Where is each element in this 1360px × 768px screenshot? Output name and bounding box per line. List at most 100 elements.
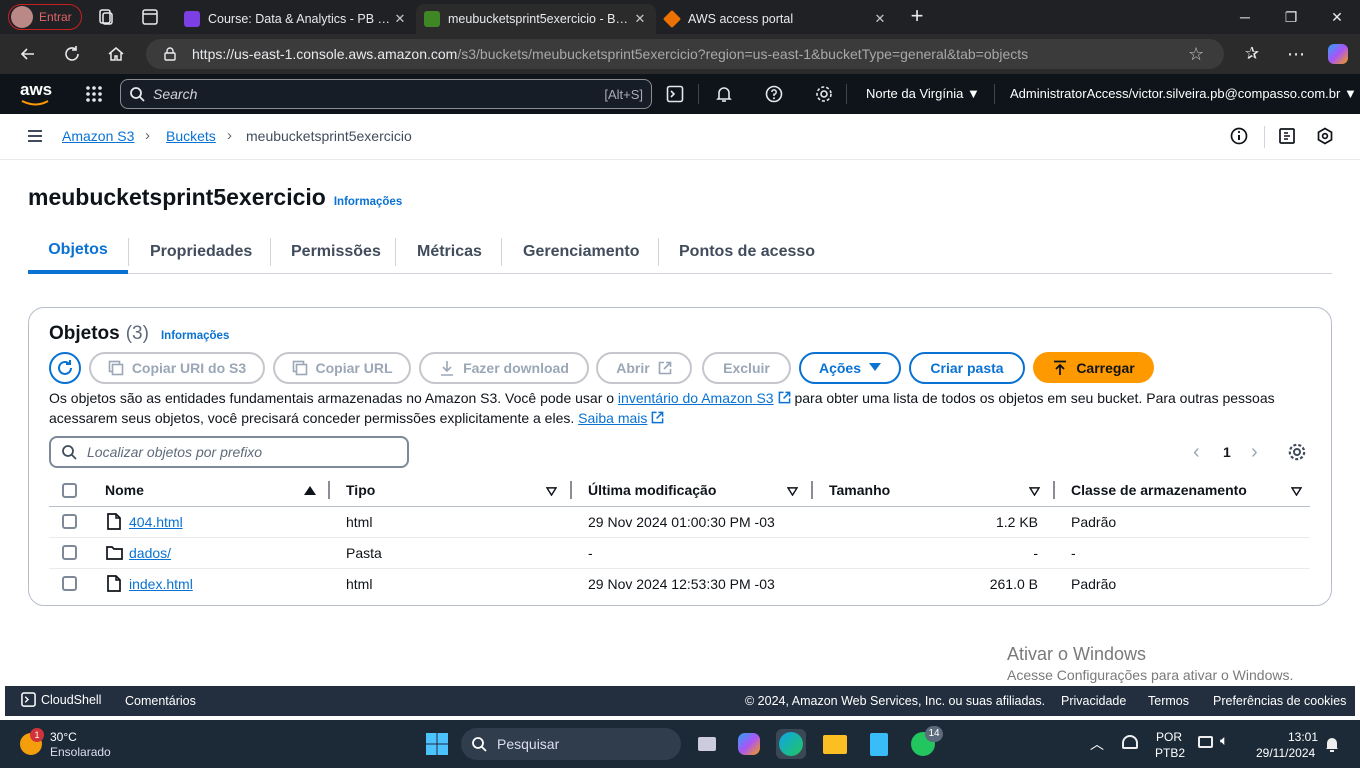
sort-icon[interactable]	[1291, 487, 1302, 496]
sort-icon[interactable]	[787, 487, 798, 496]
column-header-size[interactable]: Tamanho	[829, 482, 890, 498]
restore-icon[interactable]: ❐	[1268, 0, 1314, 34]
column-divider[interactable]	[328, 481, 330, 499]
page-number[interactable]: 1	[1223, 444, 1231, 460]
profile-button[interactable]: Entrar	[8, 4, 82, 30]
notepad-icon[interactable]	[864, 729, 894, 759]
tab-objetos[interactable]: Objetos	[28, 230, 128, 274]
account-menu[interactable]: AdministratorAccess/victor.silveira.pb@c…	[1010, 86, 1357, 101]
aws-search-input[interactable]: Search [Alt+S]	[120, 79, 652, 109]
copilot-icon[interactable]	[734, 729, 764, 759]
site-info-icon[interactable]	[162, 46, 178, 62]
close-tab-icon[interactable]: ✕	[392, 11, 408, 27]
breadcrumb-buckets[interactable]: Buckets	[166, 128, 216, 144]
tab-permissoes[interactable]: Permissões	[291, 230, 381, 273]
aws-logo[interactable]: aws	[20, 80, 54, 108]
network-icon[interactable]	[1122, 735, 1138, 749]
workspaces-icon[interactable]	[96, 7, 120, 27]
table-settings-gear-icon[interactable]	[1287, 442, 1307, 462]
favorites-icon[interactable]: ✰	[1236, 38, 1268, 70]
tab-gerenciamento[interactable]: Gerenciamento	[523, 230, 639, 273]
more-menu-icon[interactable]: ⋯	[1280, 38, 1312, 70]
favorite-star-icon[interactable]: ☆	[1188, 44, 1204, 65]
object-name-link[interactable]: 404.html	[129, 514, 183, 530]
actions-dropdown[interactable]: Ações	[799, 352, 901, 384]
notifications-bell-icon[interactable]	[712, 82, 736, 106]
column-divider[interactable]	[1053, 481, 1055, 499]
select-all-checkbox[interactable]	[62, 483, 77, 498]
services-grid-icon[interactable]	[82, 82, 106, 106]
column-header-type[interactable]: Tipo	[346, 482, 375, 498]
windows-start-icon[interactable]	[422, 729, 452, 759]
settings-gear-icon[interactable]	[812, 82, 836, 106]
region-selector[interactable]: Norte da Virgínia ▼	[866, 86, 980, 101]
info-link[interactable]: Informações	[161, 330, 229, 342]
privacy-link[interactable]: Privacidade	[1061, 694, 1126, 708]
notification-bell-icon[interactable]	[1324, 736, 1340, 752]
lang1[interactable]: POR	[1156, 730, 1182, 744]
object-name-link[interactable]: dados/	[129, 545, 171, 561]
settings-panel-icon[interactable]	[1316, 127, 1334, 145]
cloudshell-button[interactable]: CloudShell	[21, 692, 101, 707]
minimize-icon[interactable]: ─	[1222, 0, 1268, 34]
show-hidden-icons-chevron-up-icon[interactable]: ︿	[1090, 734, 1104, 754]
tab-metricas[interactable]: Métricas	[417, 230, 482, 273]
notification-panel-icon[interactable]	[1278, 127, 1296, 145]
upload-button[interactable]: Carregar	[1033, 352, 1154, 383]
clock-date[interactable]: 29/11/2024	[1256, 746, 1315, 760]
close-tab-icon[interactable]: ✕	[872, 11, 888, 27]
copilot-icon[interactable]	[1322, 38, 1354, 70]
url-field[interactable]: https://us-east-1.console.aws.amazon.com…	[146, 39, 1224, 69]
object-name-link[interactable]: index.html	[129, 576, 193, 592]
browser-tab-active[interactable]: meubucketsprint5exercicio - Bucket ✕	[416, 4, 656, 34]
info-link[interactable]: Informações	[334, 196, 402, 208]
copy-s3-uri-button[interactable]: Copiar URI do S3	[89, 352, 265, 384]
terms-link[interactable]: Termos	[1148, 694, 1189, 708]
create-folder-button[interactable]: Criar pasta	[909, 352, 1025, 384]
sort-icon[interactable]	[546, 487, 557, 496]
hamburger-menu-icon[interactable]	[27, 128, 43, 144]
taskbar-search[interactable]: Pesquisar	[461, 728, 681, 760]
refresh-icon[interactable]	[56, 38, 88, 70]
column-header-name[interactable]: Nome	[105, 482, 144, 498]
column-divider[interactable]	[811, 481, 813, 499]
close-tab-icon[interactable]: ✕	[632, 11, 648, 27]
lang2[interactable]: PTB2	[1155, 746, 1185, 760]
learn-more-link[interactable]: Saiba mais	[578, 410, 647, 426]
display-icon[interactable]	[1198, 736, 1213, 748]
row-checkbox[interactable]	[62, 545, 77, 560]
breadcrumb-amazon-s3[interactable]: Amazon S3	[62, 128, 134, 144]
column-header-modified[interactable]: Última modificação	[588, 482, 716, 498]
tab-actions-icon[interactable]	[140, 7, 164, 27]
sort-icon[interactable]	[1029, 487, 1040, 496]
column-header-storage-class[interactable]: Classe de armazenamento	[1071, 482, 1247, 498]
close-window-icon[interactable]: ✕	[1314, 0, 1360, 34]
info-panel-icon[interactable]	[1230, 127, 1248, 145]
task-view-icon[interactable]	[692, 729, 722, 759]
feedback-link[interactable]: Comentários	[125, 694, 196, 708]
open-button[interactable]: Abrir	[596, 352, 692, 384]
sort-ascending-icon[interactable]	[304, 486, 316, 496]
pagination-next-icon[interactable]: ›	[1251, 442, 1258, 462]
refresh-button[interactable]	[49, 352, 81, 384]
back-icon[interactable]	[12, 38, 44, 70]
row-checkbox[interactable]	[62, 514, 77, 529]
volume-icon[interactable]: 🔈︎	[1220, 732, 1228, 749]
tab-propriedades[interactable]: Propriedades	[150, 230, 252, 273]
row-checkbox[interactable]	[62, 576, 77, 591]
pagination-prev-icon[interactable]: ‹	[1193, 442, 1200, 462]
browser-tab[interactable]: Course: Data & Analytics - PB - AWS ✕	[176, 4, 416, 34]
home-icon[interactable]	[100, 38, 132, 70]
help-icon[interactable]	[762, 82, 786, 106]
inventory-link[interactable]: inventário do Amazon S3	[618, 390, 774, 406]
tab-pontos-de-acesso[interactable]: Pontos de acesso	[679, 230, 815, 273]
delete-button[interactable]: Excluir	[702, 352, 791, 384]
file-explorer-icon[interactable]	[820, 729, 850, 759]
cloudshell-icon[interactable]	[663, 82, 687, 106]
browser-tab[interactable]: AWS access portal ✕	[656, 4, 896, 34]
cookie-preferences-link[interactable]: Preferências de cookies	[1213, 694, 1346, 708]
clock-time[interactable]: 13:01	[1288, 730, 1318, 744]
column-divider[interactable]	[570, 481, 572, 499]
copy-url-button[interactable]: Copiar URL	[273, 352, 411, 384]
download-button[interactable]: Fazer download	[419, 352, 589, 384]
